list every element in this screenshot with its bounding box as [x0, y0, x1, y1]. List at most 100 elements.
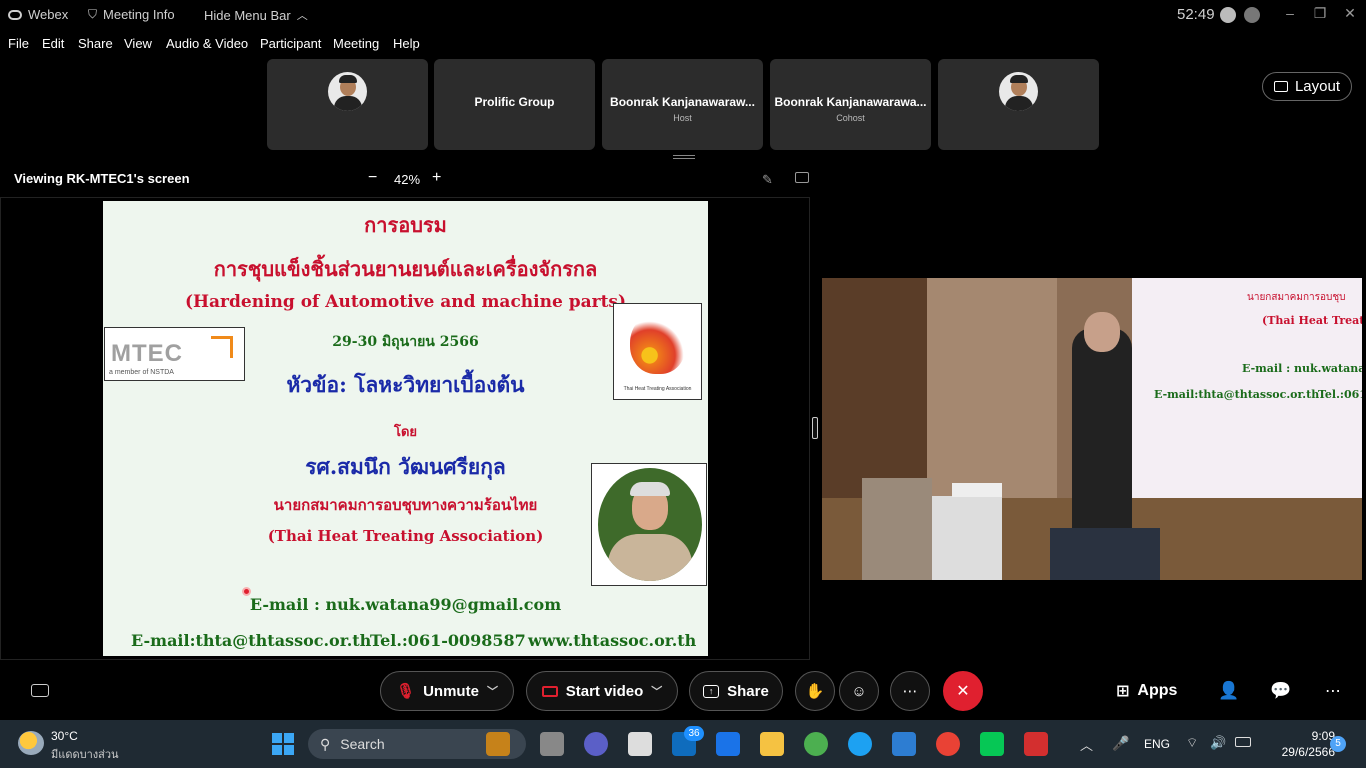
thta-logo: Thai Heat Treating Association — [613, 303, 702, 400]
hide-menu-label: Hide Menu Bar — [204, 7, 291, 23]
start-icon[interactable] — [272, 733, 294, 755]
end-call-button[interactable]: ✕ — [943, 671, 983, 711]
volume-icon[interactable]: 🔊 — [1210, 735, 1226, 751]
participant-name: Boonrak Kanjanawaraw... — [610, 95, 755, 109]
chat-icon[interactable]: 💬 — [1270, 681, 1291, 701]
video-sign-5: Tel.:061 — [1318, 388, 1362, 401]
layout-icon — [1273, 81, 1288, 92]
calendar-icon[interactable] — [716, 732, 740, 756]
task-view-icon[interactable] — [540, 732, 564, 756]
menu-share[interactable]: Share — [78, 36, 113, 51]
meeting-timer: 52:49 — [1177, 6, 1215, 23]
apps-icon: ⊞ — [1116, 683, 1130, 700]
title-bar: Webex ⛉ Meeting Info Hide Menu Bar ︿ 52:… — [0, 0, 1366, 30]
participant-tile[interactable]: Prolific Group — [434, 59, 595, 150]
resize-handle[interactable] — [673, 155, 695, 159]
menu-help[interactable]: Help — [393, 36, 420, 51]
globe-icon[interactable] — [804, 732, 828, 756]
annotate-icon[interactable]: ✎ — [762, 172, 773, 188]
start-video-label: Start video — [565, 682, 644, 700]
line-icon[interactable] — [980, 732, 1004, 756]
app-name: Webex — [28, 7, 69, 22]
unmute-button[interactable]: 🎙 Unmute ﹀ — [380, 671, 514, 711]
webex-icon — [8, 9, 22, 20]
split-drag-handle[interactable] — [812, 417, 818, 439]
avatar — [328, 72, 367, 111]
clock-date[interactable]: 29/6/2566 — [1268, 745, 1335, 759]
file-explorer-icon[interactable] — [760, 732, 784, 756]
more-options-button[interactable]: ⋯ — [890, 671, 930, 711]
participant-name: Prolific Group — [474, 95, 555, 109]
shared-slide: การอบรม การชุบแข็งชิ้นส่วนยานยนต์และเครื… — [103, 201, 708, 656]
layout-button[interactable]: Layout — [1262, 72, 1352, 101]
menu-audio-video[interactable]: Audio & Video — [166, 36, 248, 51]
hide-menu-bar-button[interactable]: Hide Menu Bar ︿ — [204, 7, 308, 23]
shield-icon: ⛉ — [88, 7, 98, 21]
search-highlight-icon[interactable] — [486, 732, 510, 756]
wifi-icon[interactable]: ⌔ — [1186, 735, 1198, 751]
video-sign-4: E-mail:thta@thtassoc.or.th — [1154, 388, 1320, 401]
unmute-label: Unmute — [423, 682, 479, 700]
participant-role: Host — [673, 113, 692, 123]
pop-out-icon[interactable] — [795, 172, 809, 183]
reactions-button[interactable]: ☺ — [839, 671, 879, 711]
zoom-level: 42% — [394, 172, 421, 187]
captions-icon[interactable] — [31, 684, 49, 697]
emoji-icon: ☺ — [851, 682, 867, 700]
battery-icon[interactable] — [1235, 737, 1251, 747]
menu-participant[interactable]: Participant — [260, 36, 321, 51]
raise-hand-button[interactable]: ✋ — [795, 671, 835, 711]
record-icon[interactable] — [1220, 7, 1236, 23]
language-indicator[interactable]: ENG — [1144, 737, 1170, 751]
snipping-tool-icon[interactable] — [628, 732, 652, 756]
restore-button[interactable]: ❐ — [1310, 5, 1330, 23]
participant-tile[interactable] — [938, 59, 1099, 150]
zoom-in-button[interactable]: + — [432, 169, 441, 187]
video-sign-2: (Thai Heat Treating — [1262, 314, 1362, 327]
speaker-photo — [591, 463, 707, 586]
weather-temp: 30°C — [51, 729, 78, 743]
menu-edit[interactable]: Edit — [42, 36, 64, 51]
apps-button[interactable]: ⊞ Apps — [1116, 681, 1177, 701]
menu-view[interactable]: View — [124, 36, 152, 51]
layout-label: Layout — [1294, 78, 1341, 95]
edge-icon[interactable] — [848, 732, 872, 756]
meeting-info-button[interactable]: ⛉ Meeting Info — [88, 7, 175, 22]
slide-web: www.thtassoc.or.th — [528, 631, 697, 650]
participant-tile[interactable] — [267, 59, 428, 150]
notification-badge[interactable]: 5 — [1330, 736, 1346, 752]
close-button[interactable]: ✕ — [1340, 5, 1360, 23]
acrobat-icon[interactable] — [1024, 732, 1048, 756]
chevron-up-icon[interactable]: ︿ — [1080, 735, 1093, 754]
share-label: Share — [727, 682, 769, 700]
slide-by: โดย — [393, 425, 418, 440]
participant-tile[interactable]: Boonrak Kanjanawarawa... Cohost — [770, 59, 931, 150]
participant-tile[interactable]: Boonrak Kanjanawaraw... Host — [602, 59, 763, 150]
mail-badge: 36 — [684, 726, 704, 741]
more-panels-icon[interactable]: ⋯ — [1325, 681, 1341, 701]
hand-icon: ✋ — [805, 683, 825, 700]
teams-chat-icon[interactable] — [584, 732, 608, 756]
slide-contact-email: E-mail:thta@thtassoc.or.th — [131, 631, 372, 650]
minimize-button[interactable]: – — [1280, 5, 1300, 23]
menu-file[interactable]: File — [8, 36, 29, 51]
menu-meeting[interactable]: Meeting — [333, 36, 379, 51]
webex-taskbar-icon[interactable] — [892, 732, 916, 756]
start-video-button[interactable]: Start video ﹀ — [526, 671, 678, 711]
clock-time[interactable]: 9:09 — [1295, 729, 1335, 743]
thta-logo-caption: Thai Heat Treating Association — [623, 386, 692, 392]
stats-icon[interactable] — [1244, 7, 1260, 23]
participant-role: Cohost — [836, 113, 865, 123]
chevron-down-icon: ﹀ — [486, 686, 498, 698]
mtec-arrow-icon — [211, 336, 233, 358]
microphone-icon[interactable]: 🎤 — [1112, 735, 1129, 752]
slide-tel: Tel.:061-0098587 — [370, 631, 526, 650]
mic-muted-icon: 🎙 — [396, 683, 416, 700]
share-button[interactable]: ↑ Share — [689, 671, 783, 711]
weather-icon[interactable] — [18, 731, 44, 755]
mtec-logo-text: MTEC — [111, 340, 183, 367]
zoom-out-button[interactable]: − — [368, 169, 377, 187]
chrome-icon[interactable] — [936, 732, 960, 756]
participants-icon[interactable]: 👤 — [1218, 681, 1239, 701]
avatar — [999, 72, 1038, 111]
